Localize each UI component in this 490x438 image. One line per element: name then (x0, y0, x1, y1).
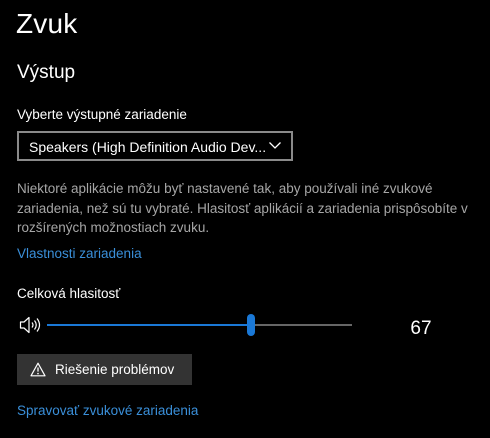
troubleshoot-button-label: Riešenie problémov (55, 362, 175, 377)
output-device-selected-value: Speakers (High Definition Audio Dev... (29, 139, 267, 155)
manage-sound-devices-link[interactable]: Spravovať zvukové zariadenia (17, 402, 198, 420)
page-title: Zvuk (16, 8, 78, 39)
section-title-output: Výstup (17, 62, 76, 83)
volume-slider-thumb[interactable] (247, 314, 256, 336)
device-properties-link[interactable]: Vlastnosti zariadenia (17, 245, 142, 263)
output-info-text: Niektoré aplikácie môžu byť nastavené ta… (17, 181, 468, 235)
warning-icon (30, 362, 46, 377)
master-volume-slider[interactable] (47, 313, 352, 337)
output-device-dropdown[interactable]: Speakers (High Definition Audio Dev... (17, 131, 293, 161)
speaker-icon[interactable] (19, 316, 43, 334)
volume-slider-fill (47, 324, 252, 326)
troubleshoot-button[interactable]: Riešenie problémov (17, 354, 192, 385)
output-device-label: Vyberte výstupné zariadenie (17, 107, 187, 122)
chevron-down-icon (269, 142, 281, 149)
master-volume-label: Celková hlasitosť (17, 286, 121, 301)
volume-value: 67 (410, 318, 432, 339)
